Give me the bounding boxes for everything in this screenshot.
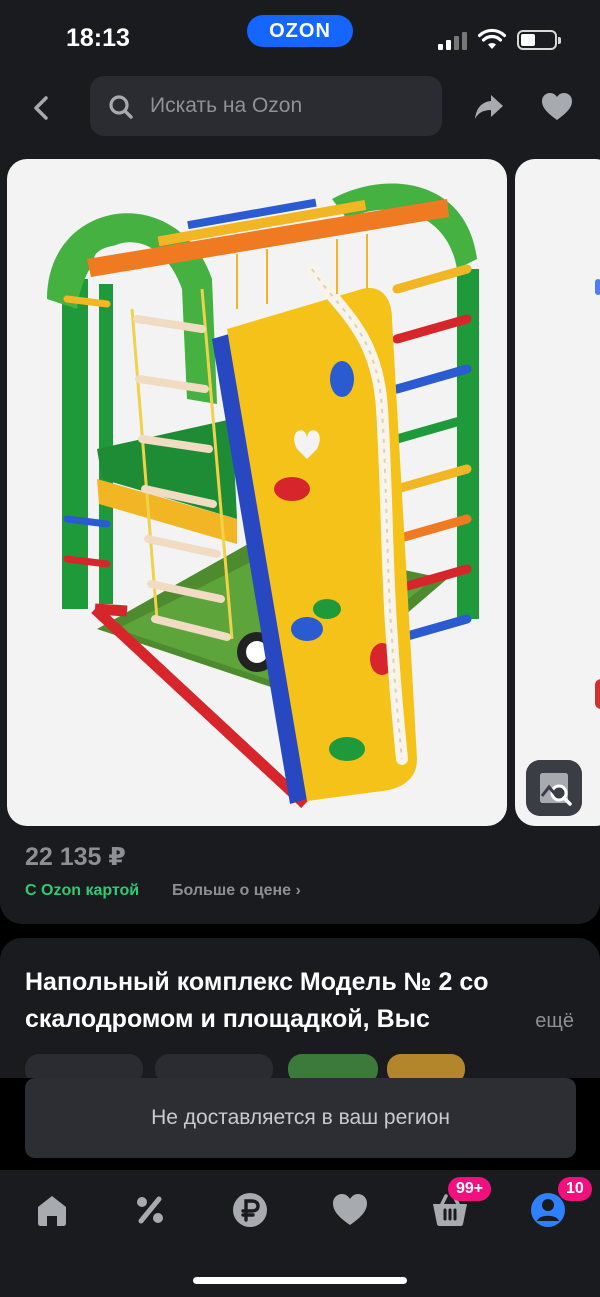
price-details-label: Больше о цене: [172, 882, 292, 899]
favorites-icon[interactable]: [330, 1190, 370, 1230]
product-photo[interactable]: [7, 159, 507, 826]
profile-badge: 10: [558, 1177, 592, 1201]
color-variant-thumb[interactable]: [387, 1054, 465, 1078]
product-chips: [25, 1054, 585, 1078]
product-price: 22 135 ₽: [25, 843, 126, 871]
back-icon[interactable]: [24, 90, 60, 126]
home-icon[interactable]: [32, 1190, 72, 1230]
playground-illustration: [47, 183, 479, 809]
next-product-photo[interactable]: [515, 159, 600, 826]
color-variant-thumb[interactable]: [288, 1054, 378, 1078]
price-details-link[interactable]: Больше о цене ›: [172, 882, 301, 900]
chip[interactable]: [25, 1054, 143, 1078]
chip[interactable]: [155, 1054, 273, 1078]
top-navigation: [0, 74, 600, 144]
ozon-card-price-label[interactable]: С Ozon картой: [25, 882, 139, 900]
search-input[interactable]: [150, 88, 430, 124]
percent-icon[interactable]: [130, 1190, 170, 1230]
product-gallery-section: 22 135 ₽ С Ozon картой Больше о цене ›: [0, 144, 600, 924]
ozon-logo[interactable]: OZON: [247, 15, 353, 47]
cellular-signal-icon: [438, 30, 468, 50]
title-more-link[interactable]: ещё: [535, 1010, 574, 1033]
ruble-icon[interactable]: [230, 1190, 270, 1230]
search-icon: [109, 95, 133, 119]
share-icon[interactable]: [472, 90, 506, 124]
heart-icon[interactable]: [540, 90, 574, 124]
wifi-icon: [478, 28, 506, 49]
status-time: 18:13: [66, 24, 130, 52]
home-indicator: [193, 1277, 407, 1284]
product-info-card: Напольный комплекс Модель № 2 со скалодр…: [0, 938, 600, 1078]
similar-search-icon[interactable]: [526, 760, 582, 816]
chevron-right-icon: ›: [295, 882, 301, 899]
delivery-unavailable-notice: Не доставляется в ваш регион: [25, 1078, 576, 1158]
profile-tab[interactable]: 10: [528, 1177, 592, 1230]
status-bar: 18:13 OZON: [0, 0, 600, 74]
battery-icon: [517, 30, 561, 50]
cart-badge: 99+: [448, 1177, 492, 1201]
search-box[interactable]: [90, 76, 442, 136]
cart-tab[interactable]: 99+: [430, 1177, 492, 1230]
